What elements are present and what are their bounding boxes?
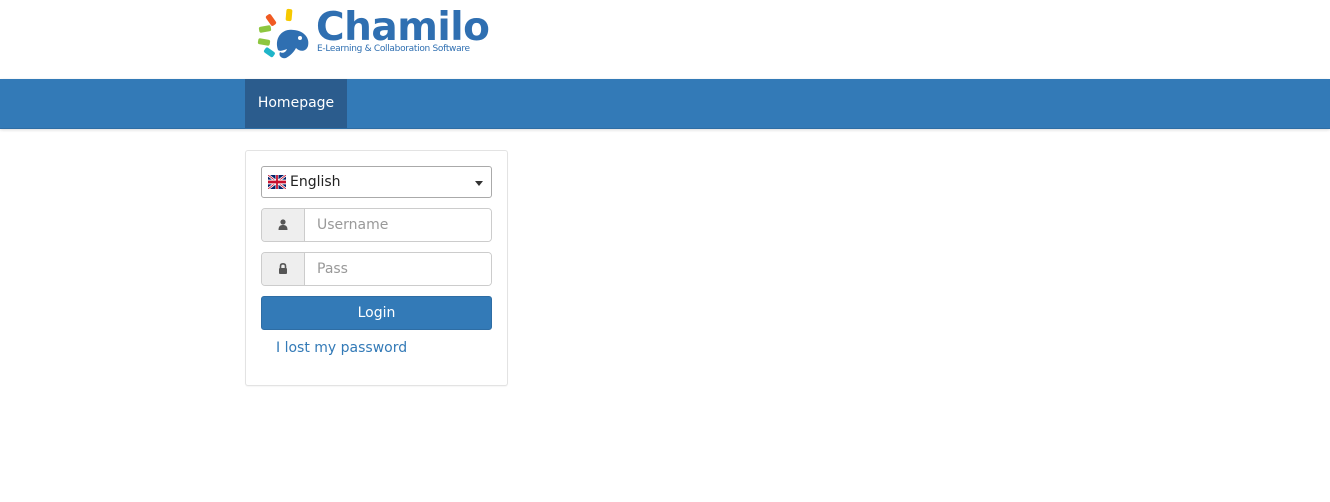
lock-icon [279, 263, 287, 274]
page-header: Chamilo E-Learning & Collaboration Softw… [0, 0, 1330, 78]
login-button[interactable]: Login [261, 296, 492, 330]
language-select[interactable]: English [261, 166, 492, 198]
nav-item-homepage[interactable]: Homepage [245, 79, 347, 128]
chamilo-logo[interactable]: Chamilo E-Learning & Collaboration Softw… [256, 6, 490, 62]
login-panel: English Login I lost my password [245, 150, 508, 386]
uk-flag-icon [268, 175, 286, 189]
username-group [261, 208, 492, 242]
username-addon [262, 209, 305, 241]
logo-subtitle: E-Learning & Collaboration Software [317, 44, 470, 54]
main-navbar: Homepage [0, 79, 1330, 129]
chameleon-logo-icon [257, 8, 309, 59]
language-label: English [290, 174, 341, 190]
password-addon [262, 253, 305, 285]
chevron-down-icon [475, 181, 483, 186]
username-input[interactable] [305, 209, 491, 241]
password-input[interactable] [305, 253, 491, 285]
user-icon [278, 219, 288, 230]
lost-password-link[interactable]: I lost my password [276, 340, 407, 356]
password-group [261, 252, 492, 286]
